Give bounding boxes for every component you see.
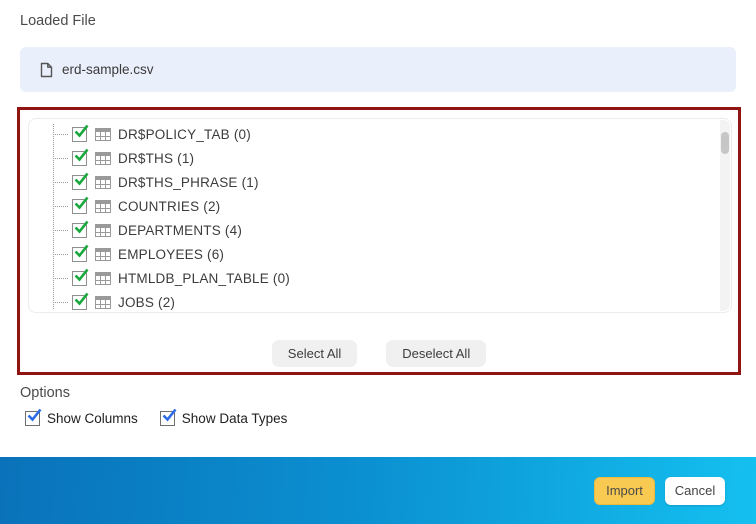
tree-connector [53, 205, 68, 207]
list-scrollbar-thumb[interactable] [721, 132, 729, 154]
list-actions: Select All Deselect All [20, 340, 738, 367]
table-row[interactable]: DEPARTMENTS (4) [29, 218, 717, 242]
show-data-types-label: Show Data Types [181, 411, 288, 426]
show-columns-option[interactable]: Show Columns [25, 408, 138, 426]
tree-connector [53, 277, 68, 279]
table-row[interactable]: HTMLDB_PLAN_TABLE (0) [29, 266, 717, 290]
table-checkbox-checked[interactable] [72, 148, 89, 166]
table-icon [95, 295, 111, 309]
table-checkbox-checked[interactable] [72, 220, 89, 238]
table-icon [95, 247, 111, 261]
table-label: EMPLOYEES (6) [118, 246, 225, 262]
show-columns-label: Show Columns [47, 411, 138, 426]
table-icon [95, 223, 111, 237]
tree-connector [53, 157, 68, 159]
show-data-types-option[interactable]: Show Data Types [159, 408, 288, 426]
table-label: DR$POLICY_TAB (0) [118, 126, 251, 142]
table-icon [95, 175, 111, 189]
table-icon [95, 271, 111, 285]
import-dialog: Loaded File erd-sample.csv DR$POLICY_TAB… [0, 0, 756, 524]
list-scrollbar[interactable] [720, 120, 730, 311]
table-icon [95, 127, 111, 141]
show-data-types-checkbox-checked[interactable] [159, 408, 177, 426]
table-row[interactable]: EMPLOYEES (6) [29, 242, 717, 266]
options-heading: Options [20, 385, 70, 401]
table-label: HTMLDB_PLAN_TABLE (0) [118, 270, 291, 286]
table-checkbox-checked[interactable] [72, 172, 89, 190]
dialog-footer: Import Cancel [0, 457, 756, 524]
loaded-file-chip: erd-sample.csv [20, 47, 736, 92]
table-row[interactable]: DR$THS (1) [29, 146, 717, 170]
import-button[interactable]: Import [594, 476, 655, 505]
table-selection-highlight-box: DR$POLICY_TAB (0) DR$THS (1) DR$THS_PHRA… [17, 107, 741, 375]
options-row: Show Columns Show Data Types [25, 408, 288, 426]
table-label: JOBS (2) [118, 294, 176, 310]
file-icon [40, 62, 53, 78]
table-label: DEPARTMENTS (4) [118, 222, 243, 238]
table-checkbox-checked[interactable] [72, 124, 89, 142]
select-all-button[interactable]: Select All [271, 340, 358, 367]
tree-connector [53, 181, 68, 183]
show-columns-checkbox-checked[interactable] [25, 408, 42, 426]
tree-connector [53, 253, 68, 255]
table-icon [95, 151, 111, 165]
loaded-file-name: erd-sample.csv [62, 62, 154, 77]
tree-connector [53, 133, 68, 135]
table-checkbox-checked[interactable] [72, 268, 89, 286]
tree-connector [53, 229, 68, 231]
table-checkbox-checked[interactable] [72, 196, 89, 214]
table-label: DR$THS_PHRASE (1) [118, 174, 259, 190]
table-label: DR$THS (1) [118, 150, 195, 166]
tree-rows: DR$POLICY_TAB (0) DR$THS (1) DR$THS_PHRA… [29, 122, 717, 312]
deselect-all-button[interactable]: Deselect All [386, 340, 487, 367]
table-checkbox-checked[interactable] [72, 292, 89, 310]
table-row[interactable]: DR$POLICY_TAB (0) [29, 122, 717, 146]
cancel-button[interactable]: Cancel [665, 476, 725, 505]
table-row[interactable]: DR$THS_PHRASE (1) [29, 170, 717, 194]
table-row[interactable]: JOBS (2) [29, 290, 717, 312]
table-icon [95, 199, 111, 213]
table-row[interactable]: COUNTRIES (2) [29, 194, 717, 218]
tree-connector [53, 301, 68, 303]
loaded-file-heading: Loaded File [20, 13, 96, 29]
table-label: COUNTRIES (2) [118, 198, 221, 214]
table-checkbox-checked[interactable] [72, 244, 89, 262]
table-tree-list[interactable]: DR$POLICY_TAB (0) DR$THS (1) DR$THS_PHRA… [28, 118, 732, 313]
